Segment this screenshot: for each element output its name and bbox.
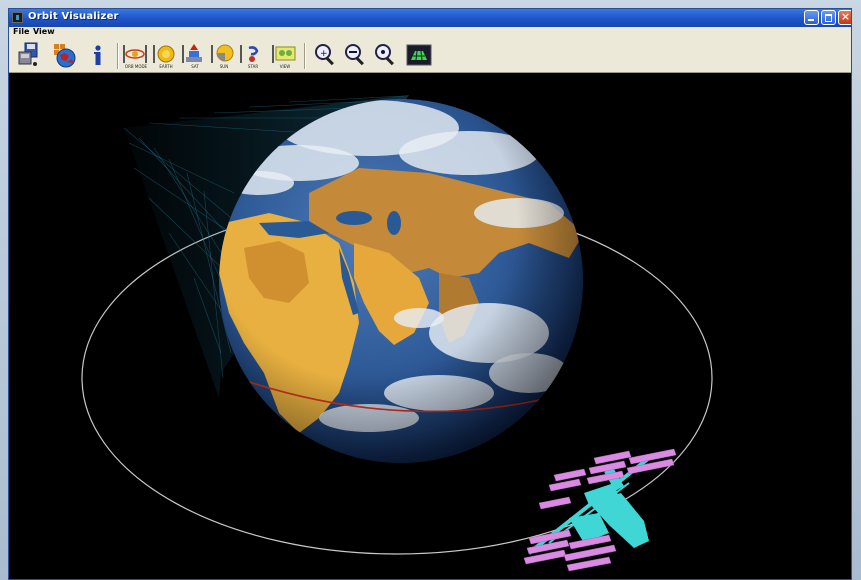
- space-station: [523, 448, 677, 572]
- star-button[interactable]: STAR: [239, 42, 265, 69]
- view-label: VIEW: [279, 64, 291, 69]
- menu-file[interactable]: File: [13, 27, 29, 36]
- info-button[interactable]: [85, 42, 111, 68]
- satellite-label: SAT: [191, 64, 199, 69]
- info-icon: [94, 45, 101, 65]
- app-window: Orbit Visualizer × File View ORB MODE EA…: [8, 8, 852, 580]
- zoom-out-icon: [345, 44, 364, 66]
- zoom-reset-icon: [375, 44, 394, 66]
- window-title: Orbit Visualizer: [28, 11, 119, 22]
- maximize-button[interactable]: [821, 10, 836, 25]
- toolbar-separator: [117, 43, 119, 69]
- star-label: STAR: [247, 64, 259, 69]
- 3d-viewport[interactable]: [9, 73, 851, 579]
- grid-view-icon: [406, 44, 432, 66]
- toolbar: ORB MODE EARTH SAT SUN STAR VIEW +: [9, 39, 851, 73]
- close-button[interactable]: ×: [838, 10, 851, 25]
- app-icon: [12, 12, 23, 23]
- earth-globe: [219, 99, 583, 463]
- open-globe-button[interactable]: [51, 42, 77, 68]
- close-icon: ×: [840, 10, 851, 23]
- orbit-scene: [81, 95, 713, 572]
- orbit-mode-button[interactable]: ORB MODE: [122, 42, 148, 69]
- sun-label: SUN: [219, 64, 229, 69]
- zoom-in-icon: +: [315, 44, 334, 66]
- zoom-reset-button[interactable]: [372, 42, 398, 68]
- orbit-mode-label: ORB MODE: [124, 64, 148, 69]
- svg-text:+: +: [320, 49, 328, 59]
- toolbar-separator: [304, 43, 306, 69]
- menu-view[interactable]: View: [33, 27, 55, 36]
- zoom-in-button[interactable]: +: [312, 42, 338, 68]
- earth-button[interactable]: EARTH: [152, 42, 178, 69]
- save-disk-icon: [18, 42, 38, 66]
- menu-bar: File View: [9, 27, 851, 39]
- zoom-out-button[interactable]: [342, 42, 368, 68]
- view-button[interactable]: VIEW: [271, 42, 297, 69]
- globe-icon: [54, 44, 76, 68]
- satellite-button[interactable]: SAT: [181, 42, 207, 69]
- title-bar[interactable]: Orbit Visualizer ×: [9, 9, 851, 27]
- save-button[interactable]: [17, 42, 43, 68]
- grid-view-button[interactable]: [406, 42, 432, 68]
- minimize-button[interactable]: [804, 10, 819, 25]
- sun-button[interactable]: SUN: [210, 42, 236, 69]
- earth-label: EARTH: [159, 64, 173, 69]
